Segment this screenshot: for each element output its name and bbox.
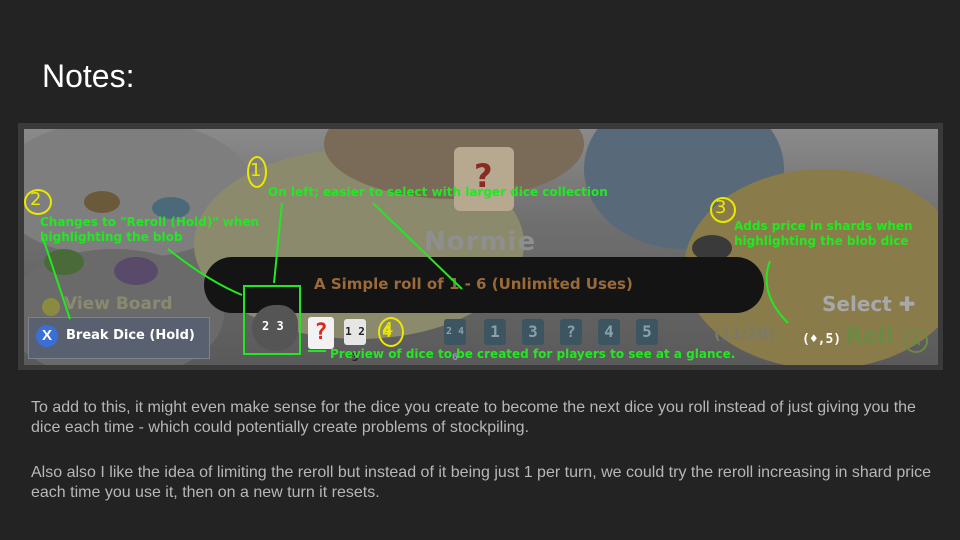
game-screenshot: ? Normie A Simple roll of 1 - 6 (Unlimit… [18, 123, 943, 370]
note-changes-line2: highlighting the blob [40, 230, 183, 244]
arrow-curve [167, 248, 243, 296]
note-paragraph-1: To add to this, it might even make sense… [31, 399, 916, 436]
note-adds-line2: highlighting the blob dice [734, 234, 909, 248]
arrow-line [273, 202, 283, 284]
note-preview: Preview of dice to be created for player… [330, 347, 736, 361]
marker-4: 4 [382, 319, 394, 340]
note-paragraph-2: Also also I like the idea of limiting th… [31, 464, 932, 501]
arrow-line [372, 202, 463, 290]
marker-2: 2 [30, 189, 42, 210]
note-adds-line1: Adds price in shards when [734, 219, 913, 233]
slide-title: Notes: [42, 58, 135, 94]
note-on-left: On left; easier to select with larger di… [268, 185, 608, 199]
highlight-box-blob [243, 285, 301, 355]
arrow-line [41, 234, 71, 320]
note-changes-line1: Changes to "Reroll (Hold)" when [40, 215, 260, 229]
marker-3: 3 [715, 197, 727, 218]
arrow-curve [765, 260, 789, 324]
marker-1: 1 [250, 160, 262, 181]
